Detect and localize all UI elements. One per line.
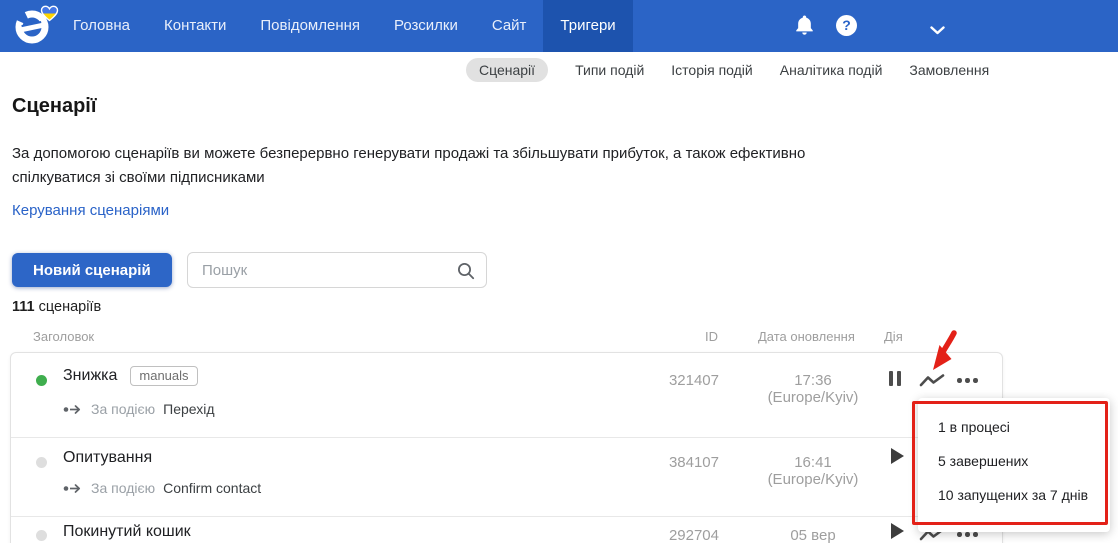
col-header-action: Дія: [884, 329, 903, 344]
search-icon[interactable]: [457, 262, 475, 285]
nav-item-home[interactable]: Головна: [56, 0, 147, 52]
play-button[interactable]: [891, 523, 904, 539]
scenario-count-value: 111: [12, 299, 35, 315]
tab-scenarios[interactable]: Сценарії: [466, 58, 549, 82]
event-line: За подією Перехід: [63, 401, 215, 417]
search-input[interactable]: [188, 253, 450, 287]
row-divider: [11, 437, 1002, 438]
new-scenario-button[interactable]: Новий сценарій: [12, 253, 172, 287]
scenario-updated: 17:36 (Europe/Kyiv): [767, 372, 859, 406]
scenario-table: Знижка manuals За подією Перехід 321407 …: [10, 352, 1003, 543]
scenario-title-text: Опитування: [63, 449, 153, 466]
row-divider: [11, 516, 1002, 517]
more-actions-button[interactable]: [957, 378, 978, 383]
status-dot-inactive: [36, 457, 47, 468]
tab-event-types[interactable]: Типи подій: [575, 58, 644, 82]
event-name[interactable]: Перехід: [163, 401, 214, 417]
scenario-count-label: сценаріїв: [34, 299, 102, 315]
nav-menu: Головна Контакти Повідомлення Розсилки С…: [56, 0, 633, 52]
scenario-title[interactable]: Покинутий кошик: [63, 523, 191, 541]
statistics-icon[interactable]: [919, 373, 945, 394]
top-navbar: Головна Контакти Повідомлення Розсилки С…: [0, 0, 1118, 52]
scenario-id: 384107: [668, 454, 719, 471]
bell-icon[interactable]: [795, 15, 814, 42]
page-title: Сценарії: [12, 95, 97, 117]
tag-badge[interactable]: manuals: [130, 366, 198, 386]
play-button[interactable]: [891, 448, 904, 464]
scenario-title[interactable]: Опитування: [63, 449, 152, 467]
page-description: За допомогою сценаріїв ви можете безпере…: [12, 145, 806, 186]
screen: Головна Контакти Повідомлення Розсилки С…: [0, 0, 1118, 543]
event-label: За подією: [91, 480, 156, 496]
nav-item-campaigns[interactable]: Розсилки: [377, 0, 475, 52]
account-chevron-down-icon[interactable]: [930, 22, 945, 40]
popup-item-finished[interactable]: 5 завершених: [938, 453, 1028, 469]
scenario-title-text: Покинутий кошик: [63, 523, 191, 540]
help-icon[interactable]: ?: [836, 15, 857, 36]
scenario-id: 292704: [668, 527, 719, 543]
more-actions-button[interactable]: [957, 532, 978, 537]
scenario-count: 111 сценаріїв: [12, 299, 101, 315]
popup-item-in-progress[interactable]: 1 в процесі: [938, 419, 1010, 435]
tab-orders[interactable]: Замовлення: [909, 58, 989, 82]
trigger-subtabs: Сценарії Типи подій Історія подій Аналіт…: [466, 58, 989, 82]
scenario-title[interactable]: Знижка manuals: [63, 366, 198, 386]
event-line: За подією Confirm contact: [63, 480, 261, 496]
popup-item-started-7days[interactable]: 10 запущених за 7 днів: [938, 487, 1088, 503]
col-header-id: ID: [705, 329, 718, 344]
scenario-updated: 05 вер: [790, 527, 836, 543]
status-dot-inactive: [36, 530, 47, 541]
nav-item-messages[interactable]: Повідомлення: [243, 0, 377, 52]
manage-scenarios-link[interactable]: Керування сценаріями: [12, 202, 169, 219]
col-header-title: Заголовок: [33, 329, 95, 344]
tab-event-history[interactable]: Історія подій: [671, 58, 752, 82]
scenario-title-text: Знижка: [63, 367, 118, 384]
nav-item-contacts[interactable]: Контакти: [147, 0, 243, 52]
event-start-icon: [63, 404, 81, 414]
event-label: За подією: [91, 401, 156, 417]
scenario-updated: 16:41 (Europe/Kyiv): [767, 454, 859, 488]
event-start-icon: [63, 483, 81, 493]
nav-item-site[interactable]: Сайт: [475, 0, 544, 52]
scenario-stats-popup: 1 в процесі 5 завершених 10 запущених за…: [918, 398, 1110, 532]
status-dot-active: [36, 375, 47, 386]
scenario-id: 321407: [668, 372, 719, 389]
search-box: [187, 252, 487, 288]
event-name[interactable]: Confirm contact: [163, 480, 261, 496]
nav-item-triggers[interactable]: Тригери: [543, 0, 633, 52]
tab-event-analytics[interactable]: Аналітика подій: [780, 58, 883, 82]
pause-button[interactable]: [889, 371, 901, 386]
col-header-updated: Дата оновлення: [758, 329, 855, 344]
